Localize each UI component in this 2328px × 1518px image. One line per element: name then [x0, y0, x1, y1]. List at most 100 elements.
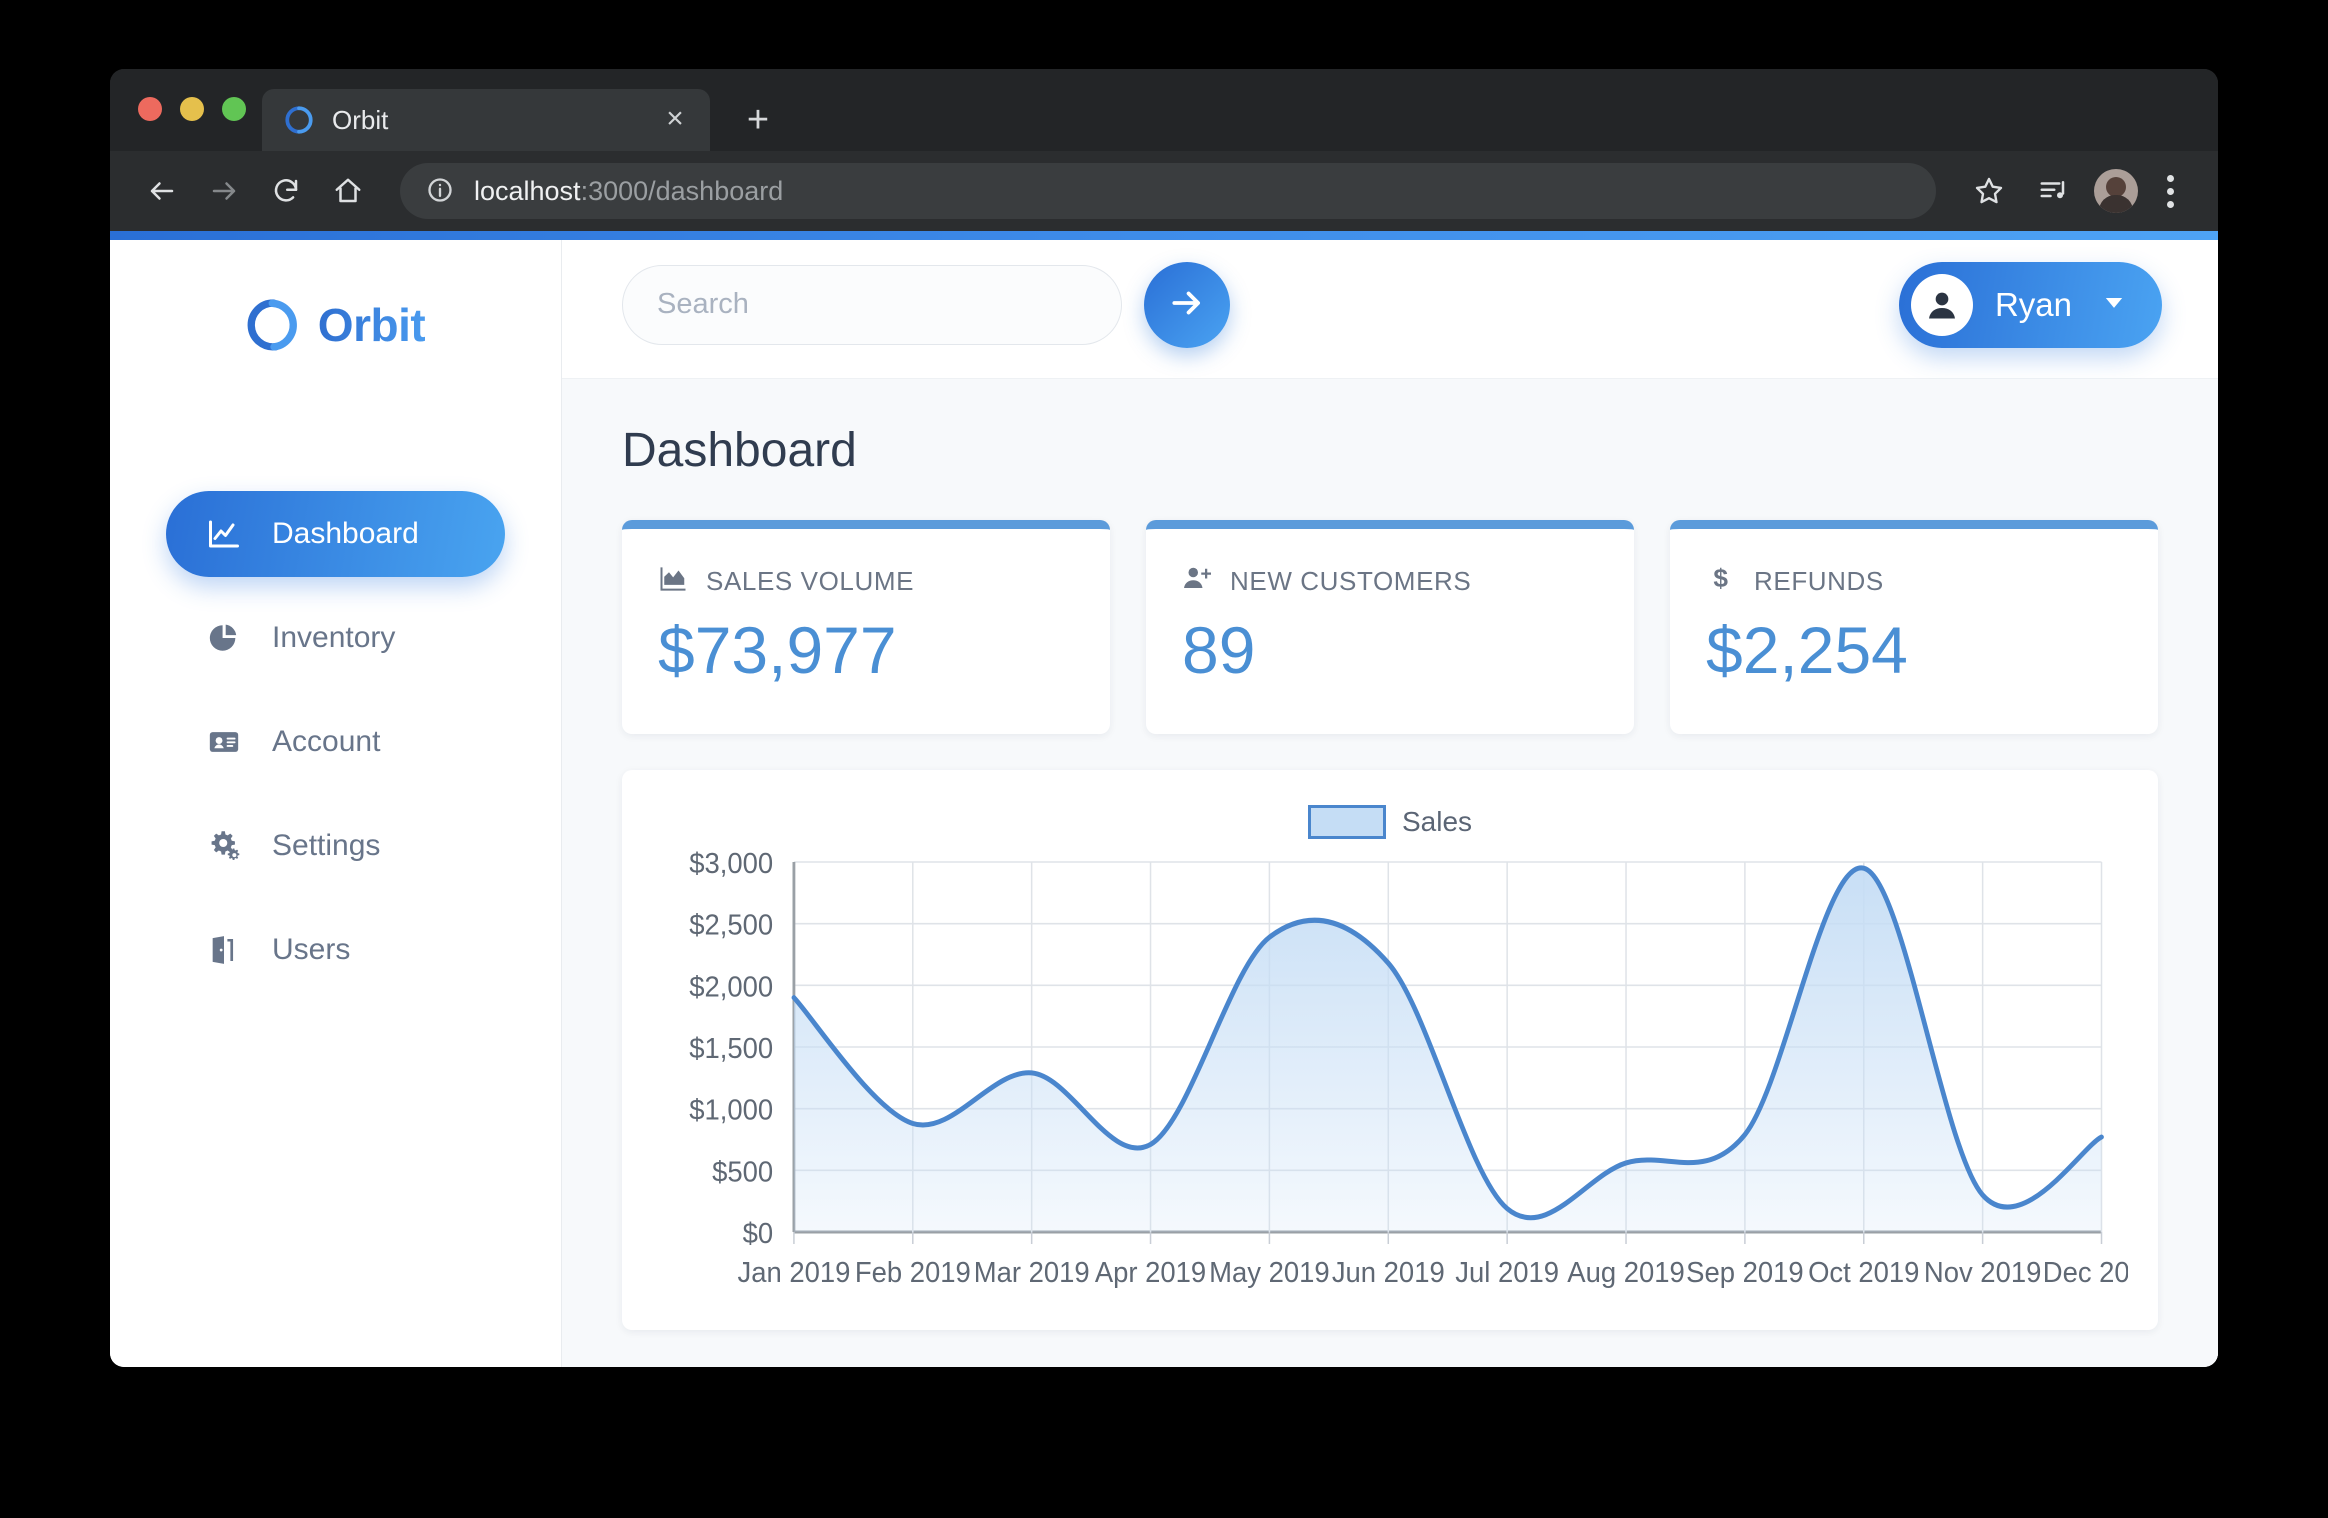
svg-text:$3,000: $3,000 [689, 848, 773, 879]
browser-window: Orbit × + localhost:3000/dashboard Orbit… [110, 69, 2218, 1367]
stat-value: 89 [1182, 613, 1256, 687]
stat-card-sales-volume: SALES VOLUME $73,977 [622, 520, 1110, 734]
browser-tab[interactable]: Orbit × [262, 89, 710, 151]
stat-label: REFUNDS [1754, 566, 1884, 596]
user-plus-icon [1182, 563, 1212, 600]
reload-icon[interactable] [260, 165, 312, 217]
dollar-sign-icon: $ [1706, 563, 1736, 600]
svg-text:May 2019: May 2019 [1209, 1255, 1329, 1288]
svg-text:Apr 2019: Apr 2019 [1095, 1255, 1206, 1288]
door-open-icon [202, 933, 246, 967]
sidebar-nav: Dashboard Inventory Account Settings Use… [110, 491, 561, 993]
stat-card-refunds: $ REFUNDS $2,254 [1670, 520, 2158, 734]
orbit-logo-icon [284, 105, 314, 135]
minimize-window-button[interactable] [180, 97, 204, 121]
info-icon[interactable] [426, 176, 456, 206]
back-icon[interactable] [136, 165, 188, 217]
stat-card-row: SALES VOLUME $73,977 NEW CUSTOMERS 89 $ … [622, 520, 2158, 734]
kebab-menu-icon[interactable] [2148, 166, 2192, 216]
browser-toolbar: localhost:3000/dashboard [110, 151, 2218, 231]
svg-text:Oct 2019: Oct 2019 [1808, 1255, 1919, 1288]
search-submit-button[interactable] [1144, 261, 1230, 348]
stat-card-new-customers: NEW CUSTOMERS 89 [1146, 520, 1634, 734]
pie-chart-icon [202, 621, 246, 655]
close-tab-button[interactable]: × [658, 103, 692, 137]
home-icon[interactable] [322, 165, 374, 217]
new-tab-button[interactable]: + [738, 101, 778, 141]
search-input[interactable] [622, 264, 1122, 345]
svg-text:Jun 2019: Jun 2019 [1332, 1255, 1445, 1288]
legend-swatch [1307, 805, 1386, 839]
sidebar-item-account[interactable]: Account [166, 699, 505, 785]
brand-name: Orbit [317, 299, 426, 351]
tab-title: Orbit [332, 104, 389, 135]
svg-text:$2,000: $2,000 [689, 970, 773, 1003]
profile-avatar[interactable] [2094, 169, 2138, 213]
svg-text:Jul 2019: Jul 2019 [1455, 1255, 1559, 1288]
close-window-button[interactable] [138, 97, 162, 121]
area-chart-icon [658, 563, 688, 600]
sidebar-item-label: Inventory [272, 621, 396, 654]
user-name-label: Ryan [1994, 285, 2072, 323]
user-avatar-icon [1910, 273, 1973, 336]
chart-line-icon [202, 516, 246, 552]
svg-text:$2,500: $2,500 [689, 908, 773, 941]
brand-logo[interactable]: Orbit [110, 279, 561, 371]
page-content: Dashboard SALES VOLUME $73,977 NEW CUSTO… [562, 379, 2218, 1367]
orbit-logo-icon [246, 297, 302, 353]
app-sidebar: Orbit Dashboard Inventory Account Settin… [110, 231, 562, 1367]
svg-text:Sep 2019: Sep 2019 [1686, 1255, 1803, 1288]
page-load-bar [110, 231, 2218, 240]
gears-icon [202, 828, 246, 864]
url-text: localhost:3000/dashboard [474, 176, 783, 207]
stat-value: $73,977 [658, 613, 897, 687]
sales-chart-card: Sales $0 $500 $1,000 $1,500 $2,000 $2,500 $3,0… [622, 770, 2158, 1330]
stat-card-header: SALES VOLUME [658, 563, 1074, 600]
stat-label: SALES VOLUME [706, 566, 915, 596]
chevron-down-icon [2100, 288, 2128, 321]
maximize-window-button[interactable] [222, 97, 246, 121]
page-viewport: Orbit Dashboard Inventory Account Settin… [110, 231, 2218, 1367]
sidebar-item-dashboard[interactable]: Dashboard [166, 491, 505, 577]
stat-card-header: $ REFUNDS [1706, 563, 2122, 600]
svg-text:Aug 2019: Aug 2019 [1567, 1255, 1684, 1288]
arrow-right-icon [1168, 284, 1206, 325]
search-group [622, 261, 1230, 348]
sales-area-chart: $0 $500 $1,000 $1,500 $2,000 $2,500 $3,000 Jan … [652, 848, 2128, 1318]
svg-text:Jan 2019: Jan 2019 [737, 1255, 850, 1288]
url-host: localhost [474, 175, 581, 206]
svg-text:Dec 2019: Dec 2019 [2043, 1255, 2128, 1288]
window-controls [138, 97, 246, 121]
forward-icon[interactable] [198, 165, 250, 217]
chart-canvas: $0 $500 $1,000 $1,500 $2,000 $2,500 $3,000 Jan … [689, 848, 2128, 1288]
stat-value: $2,254 [1706, 613, 1908, 687]
chart-legend[interactable]: Sales [652, 796, 2128, 848]
stat-label: NEW CUSTOMERS [1230, 566, 1472, 596]
svg-text:$0: $0 [743, 1216, 774, 1249]
media-list-icon[interactable] [2028, 166, 2078, 216]
page-title: Dashboard [622, 424, 857, 477]
sidebar-item-settings[interactable]: Settings [166, 803, 505, 889]
url-path: :3000/dashboard [580, 175, 784, 206]
svg-text:Nov 2019: Nov 2019 [1924, 1255, 2041, 1288]
user-menu-button[interactable]: Ryan [1898, 261, 2162, 348]
svg-text:$1,000: $1,000 [689, 1093, 773, 1126]
svg-text:$: $ [1713, 563, 1728, 593]
sidebar-item-label: Users [272, 933, 351, 966]
bookmark-star-icon[interactable] [1964, 166, 2014, 216]
svg-text:Mar 2019: Mar 2019 [974, 1255, 1090, 1288]
tab-strip: Orbit × + [110, 69, 2218, 151]
app-main: Ryan Dashboard SALES VOLUME [562, 231, 2218, 1367]
sidebar-item-label: Account [272, 725, 381, 758]
id-card-icon [202, 725, 246, 759]
legend-label: Sales [1401, 806, 1473, 837]
sidebar-item-label: Settings [272, 829, 381, 862]
app-topbar: Ryan [562, 231, 2218, 379]
address-bar[interactable]: localhost:3000/dashboard [400, 163, 1936, 219]
stat-card-header: NEW CUSTOMERS [1182, 563, 1598, 600]
sidebar-item-inventory[interactable]: Inventory [166, 595, 505, 681]
sidebar-item-label: Dashboard [272, 517, 419, 550]
svg-text:Feb 2019: Feb 2019 [855, 1255, 971, 1288]
sidebar-item-users[interactable]: Users [166, 907, 505, 993]
svg-text:$500: $500 [712, 1155, 773, 1188]
